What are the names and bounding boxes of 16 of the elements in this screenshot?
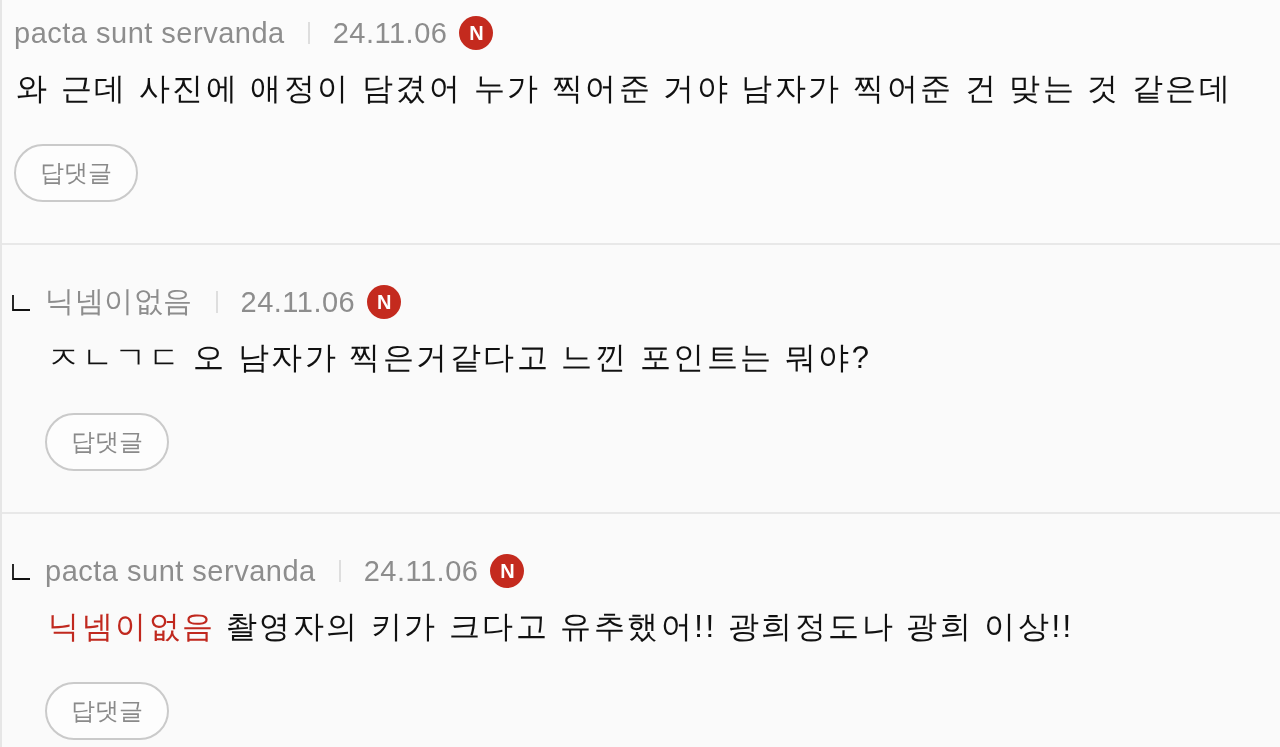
new-badge: N bbox=[490, 554, 525, 588]
new-badge: N bbox=[367, 285, 402, 319]
comment-date: 24.11.06 bbox=[363, 554, 479, 588]
reply-button[interactable]: 답댓글 bbox=[45, 682, 169, 740]
comment-author: pacta sunt servanda bbox=[45, 554, 316, 588]
comment-text: 와 근데 사진에 애정이 담겼어 누가 찍어준 거야 남자가 찍어준 건 맞는 것 같은데 bbox=[16, 70, 1233, 108]
reply-button[interactable]: 답댓글 bbox=[45, 413, 169, 471]
comment-author: 닉넴이없음 bbox=[45, 284, 193, 319]
mention-link[interactable]: 닉넴이없음 bbox=[48, 609, 216, 644]
reply-button[interactable]: 답댓글 bbox=[14, 144, 138, 202]
comment-date: 24.11.06 bbox=[240, 285, 356, 319]
comment-text: ㅈㄴㄱㄷ 오 남자가 찍은거같다고 느낀 포인트는 뭐야? bbox=[48, 339, 872, 377]
new-badge: N bbox=[459, 16, 494, 50]
comment-text: 닉넴이없음 촬영자의 키가 크다고 유추했어!! 광희정도나 광희 이상!! bbox=[48, 608, 1074, 646]
comment-date: 24.11.06 bbox=[332, 16, 448, 50]
comment-author: pacta sunt servanda bbox=[14, 16, 285, 50]
